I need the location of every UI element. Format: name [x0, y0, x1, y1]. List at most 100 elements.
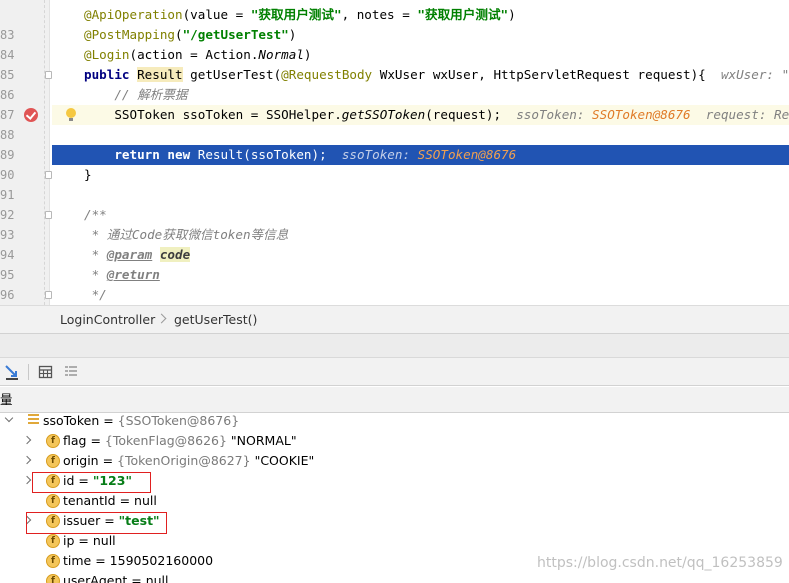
variable-separator: =: [98, 453, 118, 468]
code-text[interactable]: * 通过Code获取微信token等信息: [84, 225, 289, 245]
code-token: (request);: [425, 107, 517, 122]
variable-text: ip = null: [63, 531, 116, 551]
code-line[interactable]: 86 // 解析票据: [0, 85, 789, 105]
variable-name: ssoToken: [43, 413, 100, 428]
watermark: https://blog.csdn.net/qq_16253859: [537, 555, 783, 571]
line-number: 96: [0, 288, 14, 302]
line-number: 84: [0, 48, 14, 62]
fold-toggle-icon[interactable]: [45, 71, 52, 79]
variable-separator: =: [91, 553, 110, 568]
code-text[interactable]: SSOToken ssoToken = SSOHelper.getSSOToke…: [84, 105, 789, 125]
code-text[interactable]: public Result getUserTest(@RequestBody W…: [84, 65, 789, 85]
chevron-right-icon[interactable]: [22, 455, 32, 465]
code-text[interactable]: @PostMapping("/getUserTest"): [84, 25, 296, 45]
variable-row-useragent[interactable]: f userAgent = null: [0, 571, 789, 583]
code-line[interactable]: 85 public Result getUserTest(@RequestBody…: [0, 65, 789, 85]
variable-row-ip[interactable]: f ip = null: [0, 531, 789, 551]
code-token: Normal: [258, 47, 304, 62]
code-text[interactable]: * @param code: [84, 245, 191, 265]
code-token: *: [84, 267, 107, 282]
code-token: wxUser: "WxUser(n: [720, 67, 789, 82]
variable-type: {TokenFlag@8626}: [104, 433, 227, 448]
chevron-right-icon[interactable]: [22, 435, 32, 445]
code-line[interactable]: 87 SSOToken ssoToken = SSOHelper.getSSOT…: [0, 105, 789, 125]
code-line[interactable]: 96 */: [0, 285, 789, 305]
chevron-down-icon[interactable]: [4, 413, 14, 423]
code-token: "/getUserTest": [182, 27, 289, 42]
code-text[interactable]: // 解析票据: [84, 85, 187, 105]
code-line[interactable]: 90}: [0, 165, 789, 185]
variable-separator: =: [115, 493, 135, 508]
fold-toggle-icon[interactable]: [45, 291, 52, 299]
code-token: (: [175, 27, 183, 42]
code-line[interactable]: 93 * 通过Code获取微信token等信息: [0, 225, 789, 245]
line-number: 92: [0, 208, 14, 222]
variable-text: tenantId = null: [63, 491, 157, 511]
breadcrumb-method[interactable]: getUserTest(): [174, 306, 257, 334]
code-line[interactable]: 95 * @return: [0, 265, 789, 285]
variable-value: "COOKIE": [250, 453, 315, 468]
code-line[interactable]: 91: [0, 185, 789, 205]
variable-separator: =: [99, 413, 118, 428]
fold-toggle-icon[interactable]: [45, 171, 52, 179]
variable-text: origin = {TokenOrigin@8627} "COOKIE": [63, 451, 314, 471]
variable-name: userAgent: [63, 573, 128, 583]
highlight-box-id: [32, 472, 151, 493]
code-token: SSOToken@8676: [592, 107, 691, 122]
code-text[interactable]: /**: [84, 205, 107, 225]
code-token: Result: [137, 67, 183, 82]
code-text[interactable]: return new Result(ssoToken); ssoToken: S…: [84, 145, 516, 165]
lightbulb-icon[interactable]: [66, 108, 76, 122]
field-icon: f: [46, 494, 60, 508]
variable-row-ssotoken[interactable]: ssoToken = {SSOToken@8676}: [0, 413, 789, 431]
variable-name: origin: [63, 453, 99, 468]
code-token: ): [508, 7, 516, 22]
variables-title: 量: [0, 392, 13, 407]
variable-name: tenantId: [63, 493, 116, 508]
code-line[interactable]: 83 @PostMapping("/getUserTest"): [0, 25, 789, 45]
breakpoint-icon[interactable]: [24, 108, 38, 122]
code-text[interactable]: @Login(action = Action.Normal): [84, 45, 312, 65]
field-icon: f: [46, 534, 60, 548]
code-token: (action = Action.: [129, 47, 259, 62]
code-line[interactable]: 88: [0, 125, 789, 145]
code-token: ): [303, 47, 312, 62]
code-text[interactable]: @ApiOperation(value = "获取用户测试", notes = …: [84, 5, 516, 25]
fold-toggle-icon[interactable]: [45, 211, 52, 219]
panel-divider[interactable]: [0, 334, 789, 358]
flatten-icon[interactable]: [62, 363, 80, 381]
line-number: 83: [0, 28, 14, 42]
code-line[interactable]: @ApiOperation(value = "获取用户测试", notes = …: [0, 5, 789, 25]
code-text[interactable]: * @return: [84, 265, 160, 285]
variable-value: 1590502160000: [109, 553, 214, 568]
variable-separator: =: [86, 433, 105, 448]
variable-type: {SSOToken@8676}: [117, 413, 240, 428]
code-line[interactable]: 84 @Login(action = Action.Normal): [0, 45, 789, 65]
table-view-icon[interactable]: [37, 363, 55, 381]
step-into-icon[interactable]: [3, 363, 21, 381]
variable-row-tenantid[interactable]: f tenantId = null: [0, 491, 789, 511]
line-number: 93: [0, 228, 14, 242]
code-line[interactable]: 94 * @param code: [0, 245, 789, 265]
variable-value: null: [134, 493, 157, 508]
variable-name: flag: [63, 433, 87, 448]
code-token: * 通过Code获取微信token等信息: [84, 227, 289, 242]
variable-text: userAgent = null: [63, 571, 168, 583]
code-text[interactable]: }: [84, 165, 92, 185]
code-token: *: [84, 247, 107, 262]
chevron-right-icon[interactable]: [22, 475, 32, 485]
breadcrumb-class[interactable]: LoginController: [60, 306, 155, 334]
code-token: WxUser wxUser, HttpServletRequest reques…: [372, 67, 721, 82]
code-token: ssoToken:: [516, 107, 593, 122]
code-line[interactable]: 89 return new Result(ssoToken); ssoToken…: [0, 145, 789, 165]
code-token: @RequestBody: [281, 67, 373, 82]
variable-row-flag[interactable]: f flag = {TokenFlag@8626} "NORMAL": [0, 431, 789, 451]
code-line[interactable]: 92 /**: [0, 205, 789, 225]
toolbar-separator: [28, 364, 29, 380]
variable-row-origin[interactable]: f origin = {TokenOrigin@8627} "COOKIE": [0, 451, 789, 471]
code-text[interactable]: */: [84, 285, 107, 305]
code-token: }: [84, 167, 92, 182]
code-editor[interactable]: @ApiOperation(value = "获取用户测试", notes = …: [0, 0, 789, 305]
line-number: 89: [0, 148, 14, 162]
